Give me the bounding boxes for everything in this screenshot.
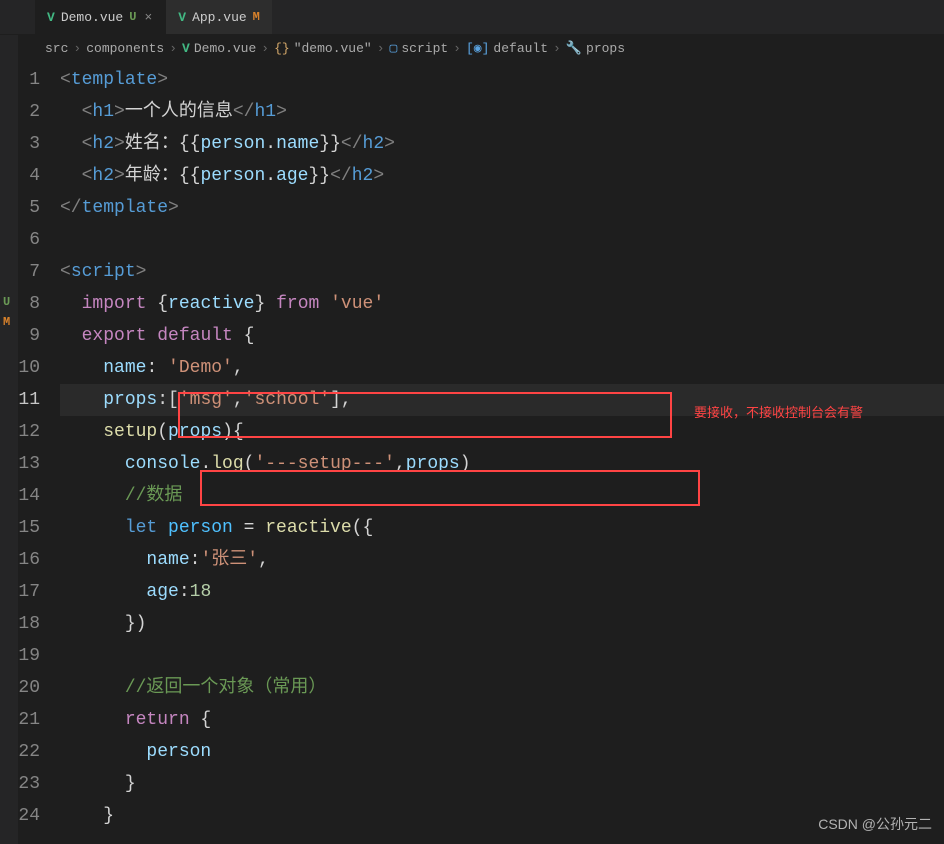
annotation-text: 要接收，不接收控制台会有警: [694, 402, 863, 421]
code-line: }): [60, 608, 944, 640]
activity-bar: [0, 35, 18, 844]
crumb-components: components: [86, 41, 164, 56]
code-line: return {: [60, 704, 944, 736]
code-line: [60, 224, 944, 256]
tab-label: App.vue: [192, 10, 247, 25]
code-line: age:18: [60, 576, 944, 608]
chevron-right-icon: ›: [258, 41, 272, 56]
code-line: console.log('---setup---',props): [60, 448, 944, 480]
code-line: import {reactive} from 'vue': [60, 288, 944, 320]
vue-icon: V: [47, 10, 55, 25]
code-line: name: 'Demo',: [60, 352, 944, 384]
code-line: export default {: [60, 320, 944, 352]
status-badge-m: M: [3, 315, 10, 329]
code-line: //返回一个对象（常用）: [60, 672, 944, 704]
editor-tab-bar: V Demo.vue U × V App.vue M: [0, 0, 944, 35]
code-line: }: [60, 800, 944, 832]
close-icon[interactable]: ×: [142, 10, 154, 25]
git-badge: M: [253, 10, 260, 24]
code-line: </template>: [60, 192, 944, 224]
tab-label: Demo.vue: [61, 10, 123, 25]
code-line: <template>: [60, 64, 944, 96]
crumb-src: src: [45, 41, 68, 56]
code-line: [60, 640, 944, 672]
crumb-file: VDemo.vue: [182, 41, 256, 56]
chevron-right-icon: ›: [550, 41, 564, 56]
tab-demo-vue[interactable]: V Demo.vue U ×: [35, 0, 166, 34]
crumb-props: 🔧 props: [566, 41, 625, 56]
chevron-right-icon: ›: [374, 41, 388, 56]
git-badge: U: [129, 10, 136, 24]
chevron-right-icon: ›: [450, 41, 464, 56]
chevron-right-icon: ›: [166, 41, 180, 56]
code-line: name:'张三',: [60, 544, 944, 576]
vue-icon: V: [178, 10, 186, 25]
code-line: <script>: [60, 256, 944, 288]
crumb-object: {} "demo.vue": [274, 41, 372, 56]
code-line: <h2>年龄：{{person.age}}</h2>: [60, 160, 944, 192]
chevron-right-icon: ›: [70, 41, 84, 56]
tab-app-vue[interactable]: V App.vue M: [166, 0, 272, 34]
code-line: person: [60, 736, 944, 768]
watermark: CSDN @公孙元二: [818, 814, 932, 834]
code-line: }: [60, 768, 944, 800]
code-line: <h2>姓名：{{person.name}}</h2>: [60, 128, 944, 160]
crumb-script: ▢ script: [390, 41, 449, 56]
code-line: let person = reactive({: [60, 512, 944, 544]
crumb-default: [◉] default: [466, 41, 548, 56]
code-content[interactable]: <template> <h1>一个人的信息</h1> <h2>姓名：{{pers…: [60, 62, 944, 832]
git-status-badges: U M: [3, 295, 10, 329]
status-badge-u: U: [3, 295, 10, 309]
code-line: <h1>一个人的信息</h1>: [60, 96, 944, 128]
code-editor[interactable]: 1 2 3 4 5 6 7 8 9 10 11 12 13 14 15 16 1…: [0, 62, 944, 832]
breadcrumb[interactable]: src › components › VDemo.vue › {} "demo.…: [0, 35, 944, 62]
code-line: //数据: [60, 480, 944, 512]
